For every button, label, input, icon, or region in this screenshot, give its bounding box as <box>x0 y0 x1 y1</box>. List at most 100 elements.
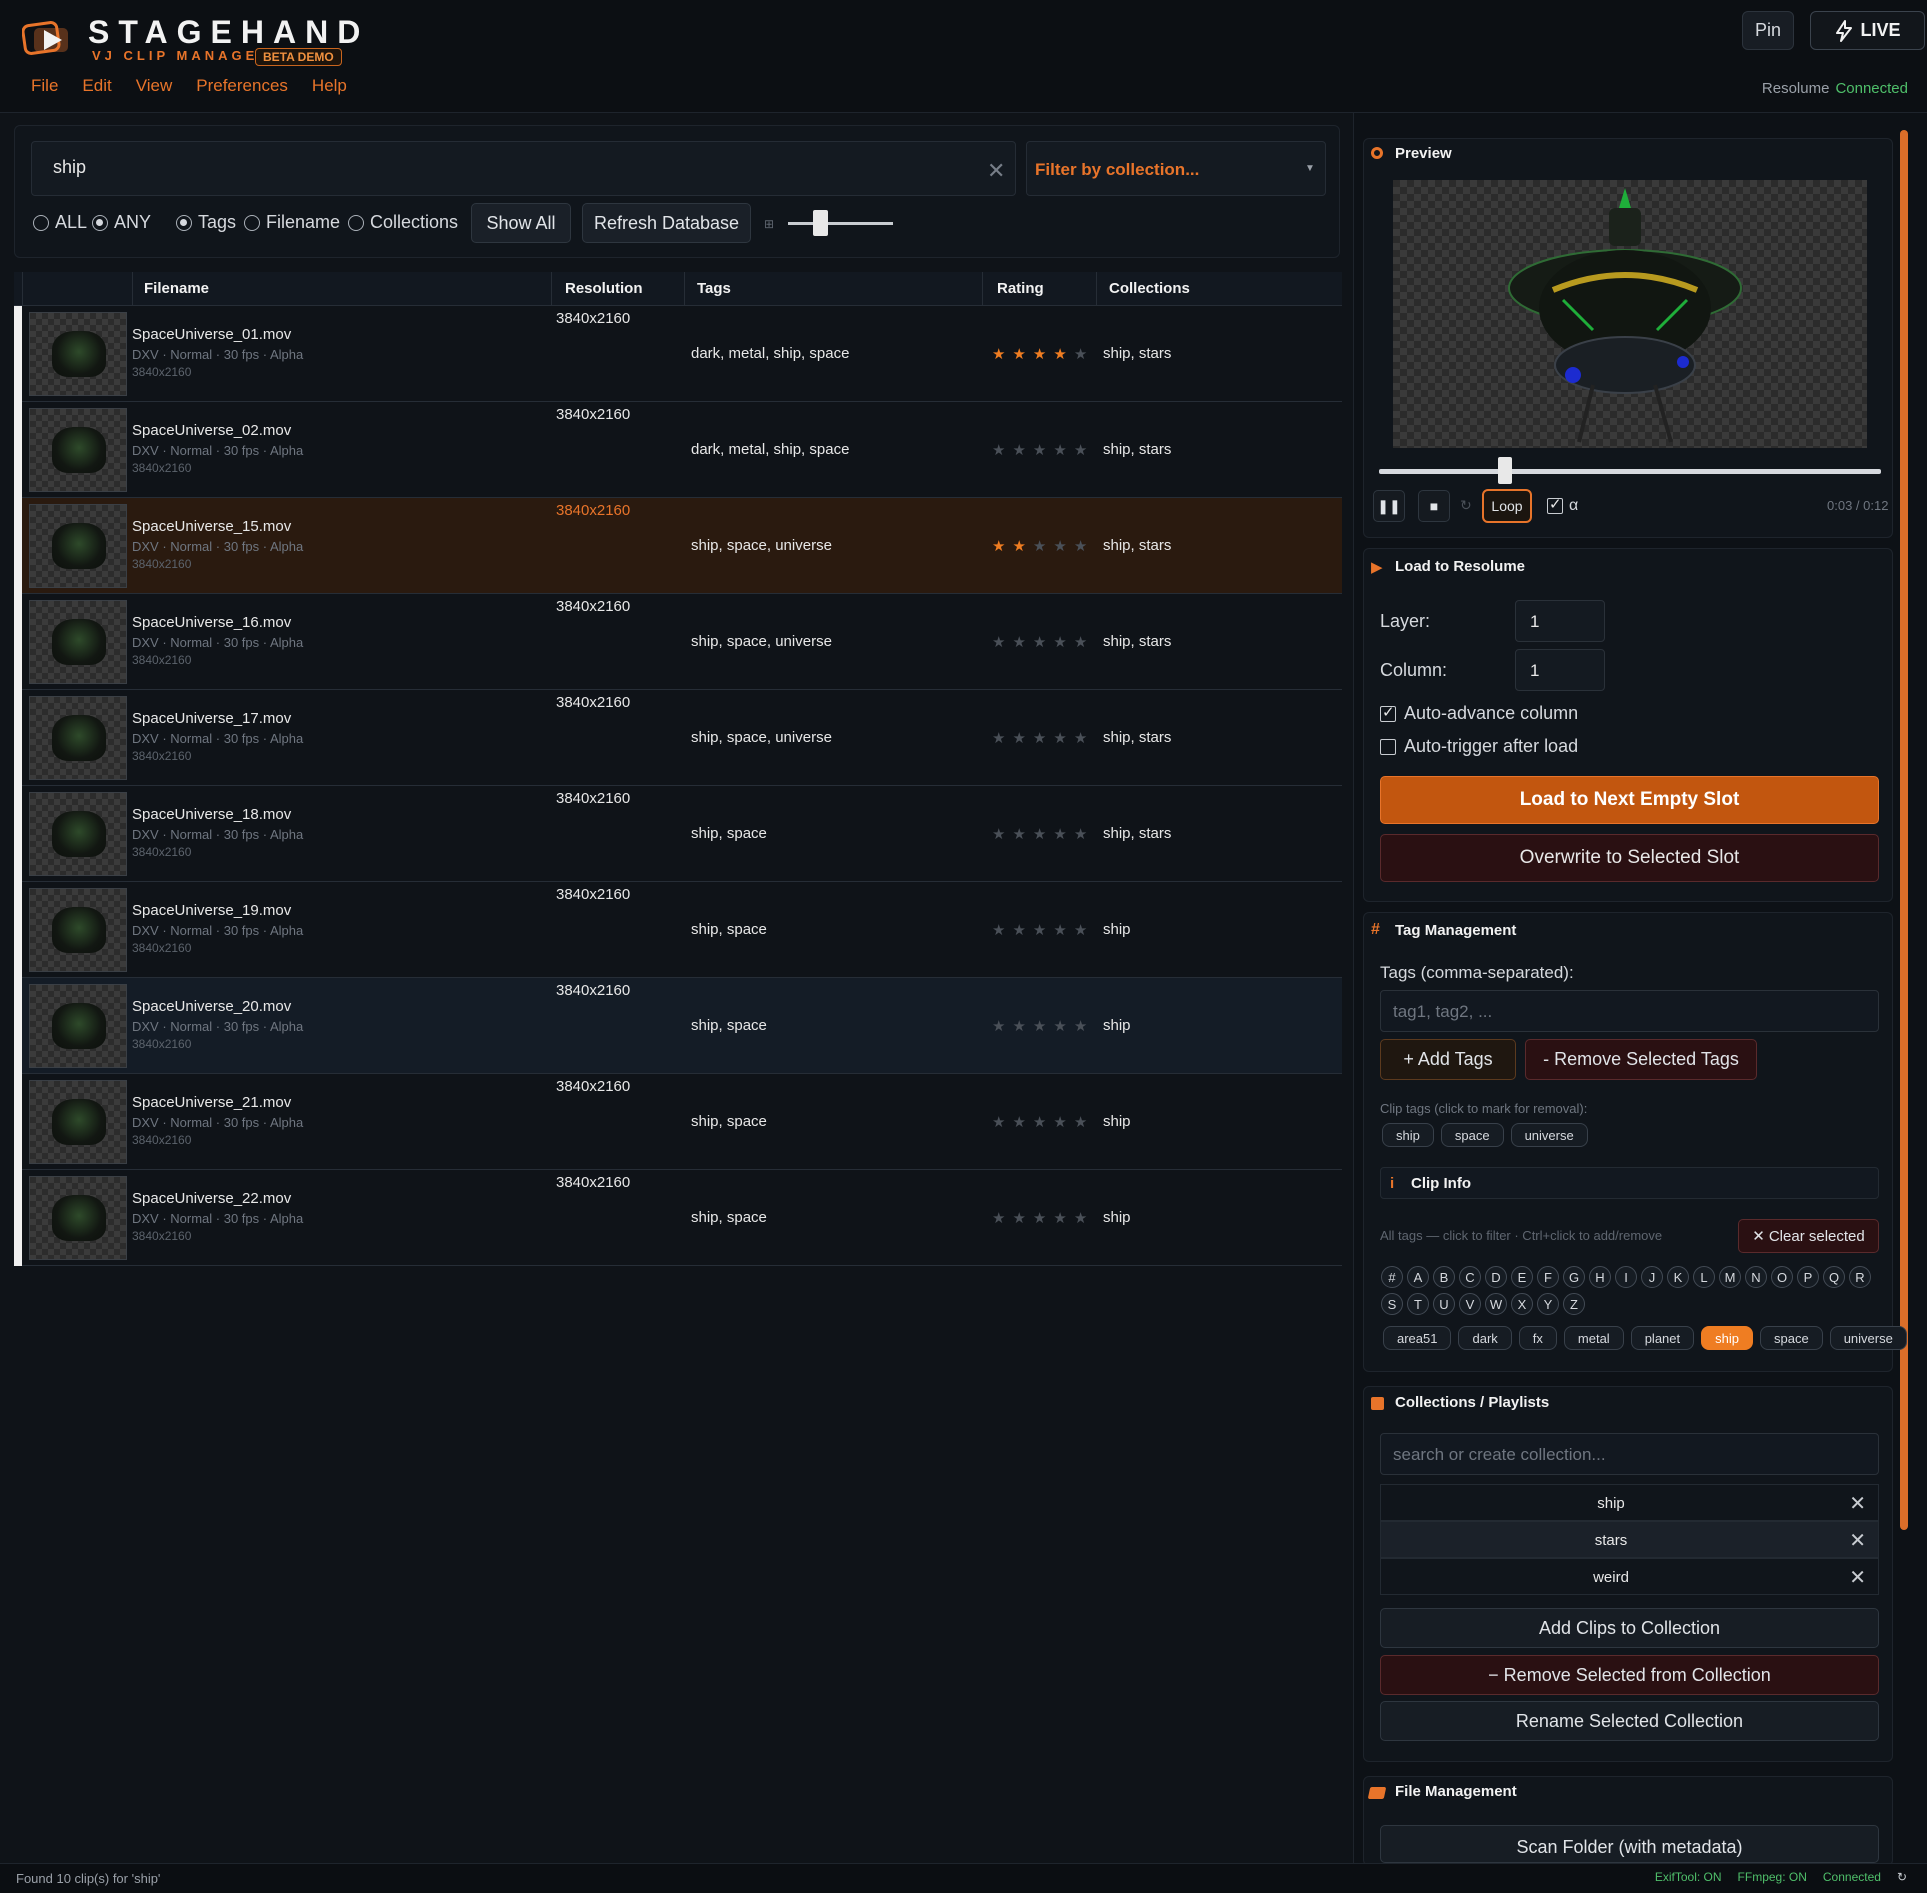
header-filename[interactable]: Filename <box>144 280 209 297</box>
letter-index-button[interactable]: M <box>1719 1266 1741 1288</box>
star-icon[interactable]: ★ <box>1012 730 1032 747</box>
star-icon[interactable]: ★ <box>992 922 1012 939</box>
star-icon[interactable]: ★ <box>1074 922 1094 939</box>
rename-collection-button[interactable]: Rename Selected Collection <box>1380 1701 1879 1741</box>
letter-index-button[interactable]: Y <box>1537 1293 1559 1315</box>
letter-index-button[interactable]: H <box>1589 1266 1611 1288</box>
star-icon[interactable]: ★ <box>1012 346 1032 363</box>
letter-index-button[interactable]: J <box>1641 1266 1663 1288</box>
star-icon[interactable]: ★ <box>1074 634 1094 651</box>
star-icon[interactable]: ★ <box>1033 826 1053 843</box>
clip-tag-space[interactable]: space <box>1440 1123 1504 1147</box>
refresh-database-button[interactable]: Refresh Database <box>582 203 751 243</box>
star-icon[interactable]: ★ <box>1033 730 1053 747</box>
table-row[interactable]: SpaceUniverse_19.mov DXV · Normal · 30 fp… <box>14 882 1342 978</box>
playback-scrubber[interactable] <box>1379 469 1881 474</box>
sidebar-scrollbar[interactable] <box>1900 130 1908 1530</box>
star-icon[interactable]: ★ <box>1012 826 1032 843</box>
letter-index-button[interactable]: L <box>1693 1266 1715 1288</box>
star-icon[interactable]: ★ <box>992 1210 1012 1227</box>
menu-help[interactable]: Help <box>312 76 347 96</box>
preview-video[interactable] <box>1393 180 1867 448</box>
scan-folder-button[interactable]: Scan Folder (with metadata) <box>1380 1825 1879 1863</box>
star-icon[interactable]: ★ <box>1012 1114 1032 1131</box>
star-icon[interactable]: ★ <box>1033 346 1053 363</box>
tag-filter-pill[interactable]: area51 <box>1383 1326 1452 1350</box>
remove-from-collection-button[interactable]: − Remove Selected from Collection <box>1380 1655 1879 1695</box>
search-input[interactable] <box>53 157 953 178</box>
field-tags-option[interactable]: Tags <box>176 212 236 233</box>
close-icon[interactable]: ✕ <box>1849 1491 1866 1516</box>
thumbnail-size-slider[interactable] <box>788 222 893 225</box>
letter-index-button[interactable]: # <box>1381 1266 1403 1288</box>
close-icon[interactable]: ✕ <box>1849 1565 1866 1590</box>
star-icon[interactable]: ★ <box>992 730 1012 747</box>
letter-index-button[interactable]: S <box>1381 1293 1403 1315</box>
tag-filter-pill[interactable]: dark <box>1458 1326 1512 1350</box>
collection-search-input[interactable]: search or create collection... <box>1380 1433 1879 1475</box>
clip-rating[interactable]: ★★★★★ <box>992 633 1094 651</box>
star-icon[interactable]: ★ <box>1074 1018 1094 1035</box>
star-icon[interactable]: ★ <box>1053 826 1073 843</box>
letter-index-button[interactable]: I <box>1615 1266 1637 1288</box>
clear-selected-button[interactable]: ✕ Clear selected <box>1738 1219 1879 1253</box>
live-button[interactable]: LIVE <box>1810 11 1925 50</box>
clip-rating[interactable]: ★★★★★ <box>992 825 1094 843</box>
pause-button[interactable]: ❚❚ <box>1373 490 1405 522</box>
header-collections[interactable]: Collections <box>1109 280 1190 297</box>
letter-index-button[interactable]: T <box>1407 1293 1429 1315</box>
alpha-toggle[interactable]: α <box>1547 495 1578 515</box>
table-row[interactable]: SpaceUniverse_16.mov DXV · Normal · 30 fp… <box>14 594 1342 690</box>
letter-index-button[interactable]: B <box>1433 1266 1455 1288</box>
star-icon[interactable]: ★ <box>992 1114 1012 1131</box>
star-icon[interactable]: ★ <box>1012 442 1032 459</box>
star-icon[interactable]: ★ <box>1012 634 1032 651</box>
star-icon[interactable]: ★ <box>1053 346 1073 363</box>
table-row[interactable]: SpaceUniverse_02.mov DXV · Normal · 30 fp… <box>14 402 1342 498</box>
clip-rating[interactable]: ★★★★★ <box>992 921 1094 939</box>
overwrite-selected-slot-button[interactable]: Overwrite to Selected Slot <box>1380 834 1879 882</box>
star-icon[interactable]: ★ <box>1033 634 1053 651</box>
tag-filter-pill[interactable]: metal <box>1563 1326 1624 1350</box>
collection-item[interactable]: stars ✕ <box>1380 1521 1879 1558</box>
table-row[interactable]: SpaceUniverse_15.mov DXV · Normal · 30 fp… <box>14 498 1342 594</box>
star-icon[interactable]: ★ <box>1053 442 1073 459</box>
letter-index-button[interactable]: E <box>1511 1266 1533 1288</box>
add-tags-button[interactable]: + Add Tags <box>1380 1039 1516 1080</box>
collection-item[interactable]: ship ✕ <box>1380 1484 1879 1521</box>
letter-index-button[interactable]: R <box>1849 1266 1871 1288</box>
star-icon[interactable]: ★ <box>1053 1210 1073 1227</box>
collection-item[interactable]: weird ✕ <box>1380 1558 1879 1595</box>
star-icon[interactable]: ★ <box>992 1018 1012 1035</box>
star-icon[interactable]: ★ <box>1074 1114 1094 1131</box>
match-any-option[interactable]: ANY <box>92 212 151 233</box>
star-icon[interactable]: ★ <box>1033 538 1053 555</box>
star-icon[interactable]: ★ <box>1033 1114 1053 1131</box>
clip-rating[interactable]: ★★★★★ <box>992 537 1094 555</box>
clip-rating[interactable]: ★★★★★ <box>992 441 1094 459</box>
star-icon[interactable]: ★ <box>1053 538 1073 555</box>
menu-edit[interactable]: Edit <box>82 76 111 96</box>
letter-index-button[interactable]: D <box>1485 1266 1507 1288</box>
tag-filter-pill[interactable]: space <box>1759 1326 1823 1350</box>
header-tags[interactable]: Tags <box>697 280 731 297</box>
refresh-icon[interactable]: ↻ <box>1897 1870 1907 1884</box>
star-icon[interactable]: ★ <box>1074 826 1094 843</box>
stop-button[interactable]: ■ <box>1418 490 1450 522</box>
match-all-option[interactable]: ALL <box>33 212 87 233</box>
letter-index-button[interactable]: P <box>1797 1266 1819 1288</box>
tag-filter-pill[interactable]: fx <box>1518 1326 1557 1350</box>
letter-index-button[interactable]: K <box>1667 1266 1689 1288</box>
table-row[interactable]: SpaceUniverse_21.mov DXV · Normal · 30 fp… <box>14 1074 1342 1170</box>
letter-index-button[interactable]: Q <box>1823 1266 1845 1288</box>
star-icon[interactable]: ★ <box>1012 922 1032 939</box>
star-icon[interactable]: ★ <box>1012 1210 1032 1227</box>
table-row[interactable]: SpaceUniverse_18.mov DXV · Normal · 30 fp… <box>14 786 1342 882</box>
remove-selected-tags-button[interactable]: - Remove Selected Tags <box>1525 1039 1757 1080</box>
star-icon[interactable]: ★ <box>1053 634 1073 651</box>
menu-file[interactable]: File <box>31 76 58 96</box>
table-row[interactable]: SpaceUniverse_20.mov DXV · Normal · 30 fp… <box>14 978 1342 1074</box>
field-collections-option[interactable]: Collections <box>348 212 458 233</box>
clip-tag-universe[interactable]: universe <box>1510 1123 1588 1147</box>
star-icon[interactable]: ★ <box>1012 1018 1032 1035</box>
